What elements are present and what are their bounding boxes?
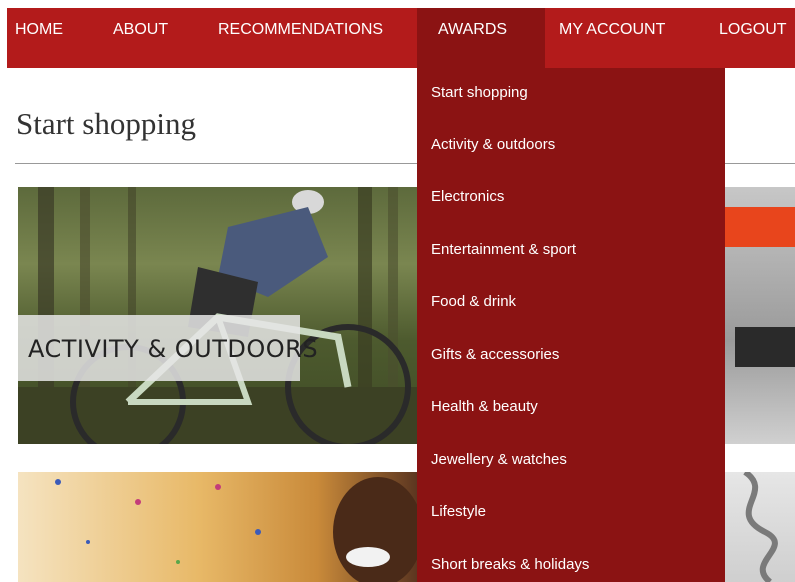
category-tile-electronics-partial[interactable] bbox=[725, 187, 795, 444]
nav-my-account-link[interactable]: MY ACCOUNT bbox=[559, 8, 665, 52]
dropdown-item-electronics[interactable]: Electronics bbox=[431, 186, 504, 208]
electronics-photo bbox=[725, 207, 795, 367]
dropdown-item-entertainment-sport[interactable]: Entertainment & sport bbox=[431, 239, 576, 261]
dropdown-item-health-beauty[interactable]: Health & beauty bbox=[431, 396, 538, 418]
nav-awards-link[interactable]: AWARDS bbox=[438, 8, 507, 52]
category-tile-entertainment[interactable] bbox=[18, 472, 417, 582]
party-photo bbox=[55, 477, 417, 582]
page-title: Start shopping bbox=[16, 106, 196, 141]
top-navigation: HOME ABOUT RECOMMENDATIONS AWARDS MY ACC… bbox=[7, 8, 795, 68]
nav-recommendations-link[interactable]: RECOMMENDATIONS bbox=[218, 8, 383, 52]
awards-dropdown-menu: Start shopping Activity & outdoors Elect… bbox=[417, 68, 725, 582]
dropdown-item-short-breaks-holidays[interactable]: Short breaks & holidays bbox=[431, 554, 589, 576]
nav-home-link[interactable]: HOME bbox=[15, 8, 63, 52]
dropdown-item-activity-outdoors[interactable]: Activity & outdoors bbox=[431, 134, 555, 156]
tile-label-activity-outdoors: ACTIVITY & OUTDOORS bbox=[28, 335, 319, 363]
title-divider-right bbox=[725, 163, 795, 164]
dropdown-item-gifts-accessories[interactable]: Gifts & accessories bbox=[431, 344, 559, 366]
dropdown-item-food-drink[interactable]: Food & drink bbox=[431, 291, 516, 313]
dropdown-item-lifestyle[interactable]: Lifestyle bbox=[431, 501, 486, 523]
nav-logout-link[interactable]: LOGOUT bbox=[719, 8, 787, 52]
corkscrew-photo bbox=[743, 472, 778, 582]
category-tile-food-drink-partial[interactable] bbox=[725, 472, 795, 582]
category-tile-activity-outdoors[interactable]: ACTIVITY & OUTDOORS bbox=[18, 187, 417, 444]
dropdown-item-start-shopping[interactable]: Start shopping bbox=[431, 82, 528, 104]
title-divider bbox=[15, 163, 417, 164]
nav-about-link[interactable]: ABOUT bbox=[113, 8, 168, 52]
dropdown-item-jewellery-watches[interactable]: Jewellery & watches bbox=[431, 449, 567, 471]
